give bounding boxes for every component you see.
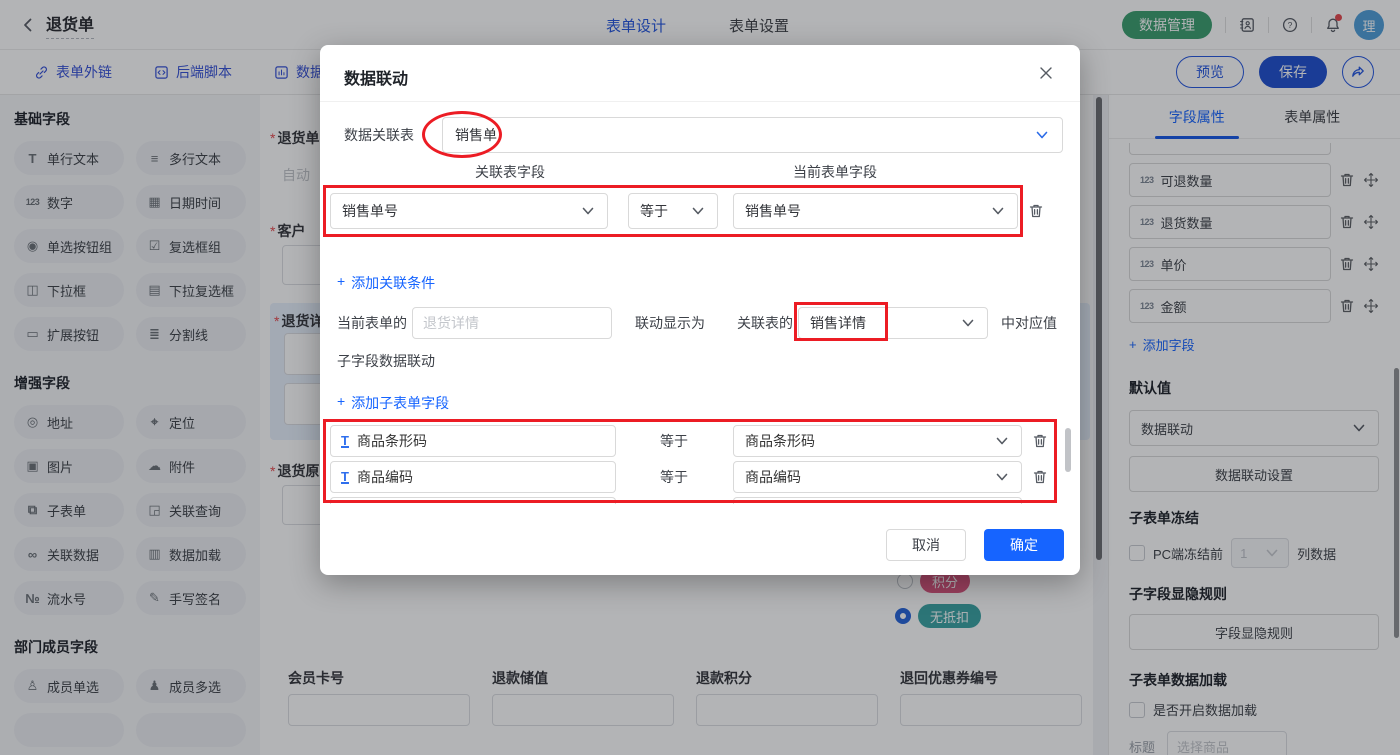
modal-title: 数据联动 [344,65,408,89]
subrow-operator: 等于 [660,423,688,459]
subrow-right-value: 商品编码 [745,467,801,487]
text-icon: T [341,471,349,484]
subrow-left-value: 商品编码 [357,467,413,487]
condition-operator-select[interactable]: 等于 [628,193,718,229]
subrow-left-field[interactable]: T 商品条形码 [330,425,616,457]
column-header-left: 关联表字段 [475,162,545,182]
chevron-down-icon [690,203,706,219]
confirm-button[interactable]: 确定 [984,529,1064,561]
relation-field-value: 销售详情 [810,313,866,333]
current-form-field-input[interactable]: 退货详情 [412,307,612,339]
close-icon[interactable] [1038,65,1054,81]
app-window: 退货单 表单设计 表单设置 数据管理 理 表单外链 后端脚本 数据权限 [0,0,1400,755]
add-condition-label: 添加关联条件 [351,273,435,293]
relation-table-label: 数据关联表 [344,125,442,145]
condition-operator-value: 等于 [640,201,668,221]
subrow-left-value: 商品条形码 [357,431,427,451]
cancel-button[interactable]: 取消 [886,529,966,561]
display-middle: 联动显示为 [635,305,705,341]
subrow-right-value: 商品条形码 [745,431,815,451]
add-condition-link[interactable]: + 添加关联条件 [337,273,435,293]
relation-prefix: 关联表的 [737,305,793,341]
subrow-right-select[interactable]: 商品编码 [733,461,1022,493]
delete-condition-icon[interactable] [1028,203,1044,219]
modal-scrollbar[interactable] [1065,428,1071,472]
add-subfield-link[interactable]: + 添加子表单字段 [337,393,449,413]
delete-subrow-icon[interactable] [1032,433,1048,449]
chevron-down-icon [960,315,976,331]
subrow-partial [330,497,616,504]
display-prefix: 当前表单的 [337,305,407,341]
relation-table-value: 销售单 [455,125,497,145]
subrow-right-select[interactable]: 商品条形码 [733,425,1022,457]
plus-icon: + [337,393,345,413]
subrow-operator: 等于 [660,459,688,495]
add-subfield-label: 添加子表单字段 [351,393,449,413]
chevron-down-icon [994,433,1010,449]
subrow-partial [733,497,1022,504]
relation-field-select[interactable]: 销售详情 [798,307,988,339]
relation-table-select[interactable]: 销售单 [442,117,1063,153]
chevron-down-icon [990,203,1006,219]
delete-subrow-icon[interactable] [1032,469,1048,485]
chevron-down-icon [994,469,1010,485]
condition-right-select[interactable]: 销售单号 [733,193,1018,229]
column-header-right: 当前表单字段 [793,162,877,182]
chevron-down-icon [1034,127,1050,143]
plus-icon: + [337,273,345,293]
display-suffix: 中对应值 [1001,305,1057,341]
subfield-section-title: 子字段数据联动 [337,343,435,379]
condition-left-select[interactable]: 销售单号 [330,193,608,229]
chevron-down-icon [580,203,596,219]
divider [320,101,1080,102]
relation-table-row: 数据关联表 销售单 [344,117,1063,153]
text-icon: T [341,435,349,448]
condition-left-value: 销售单号 [342,201,398,221]
subrow-left-field[interactable]: T 商品编码 [330,461,616,493]
condition-right-value: 销售单号 [745,201,801,221]
data-linkage-modal: 数据联动 数据关联表 销售单 关联表字段 当前表单字段 销售单号 等于 销售单号 [320,45,1080,575]
